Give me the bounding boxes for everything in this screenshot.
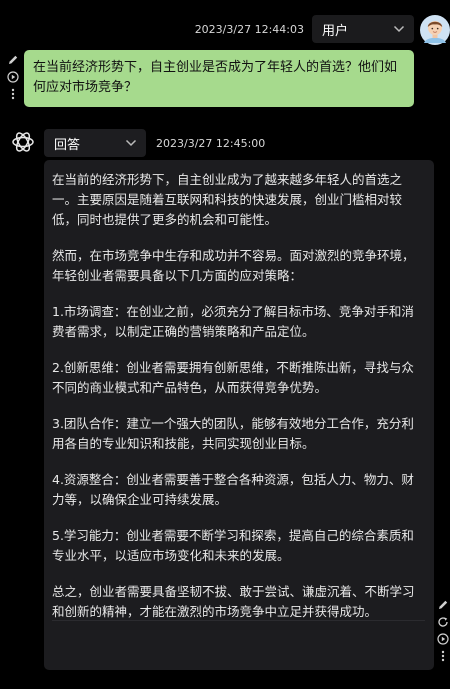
user-role-value: 用户 [322, 23, 349, 39]
bot-message-tools [436, 599, 450, 662]
chevron-down-icon [125, 139, 137, 147]
bot-paragraph: 然而，在市场竞争中生存和成功并不容易。面对激烈的竞争环境，年轻创业者需要具备以下… [52, 248, 415, 283]
user-message-bubble: 在当前经济形势下，自主创业是否成为了年轻人的首选？他们如何应对市场竞争？ [24, 50, 414, 107]
bot-message-card: 在当前的经济形势下，自主创业成为了越来越多年轻人的首选之一。主要原因是随着互联网… [44, 160, 434, 670]
openai-logo-icon [12, 132, 34, 152]
play-icon[interactable] [7, 71, 19, 83]
refresh-icon[interactable] [437, 616, 449, 628]
pencil-icon[interactable] [437, 599, 449, 611]
user-role-select[interactable]: 用户 [312, 15, 414, 43]
pencil-icon[interactable] [7, 54, 19, 66]
bot-paragraph: 2.创新思维：创业者需要拥有创新思维，不断推陈出新，寻找与众不同的商业模式和产品… [52, 360, 414, 395]
more-vertical-icon[interactable] [437, 650, 449, 662]
bot-timestamp: 2023/3/27 12:45:00 [156, 136, 266, 150]
bot-role-select[interactable]: 回答 [44, 129, 146, 157]
user-message-header: 2023/3/27 12:44:03 用户 [195, 15, 414, 43]
bot-paragraph: 5.学习能力：创业者需要不断学习和探索，提高自己的综合素质和专业水平，以适应市场… [52, 528, 414, 563]
bot-paragraph: 1.市场调查：在创业之前，必须充分了解目标市场、竞争对手和消费者需求，以制定正确… [52, 304, 414, 339]
card-divider [52, 620, 425, 621]
bot-role-value: 回答 [54, 137, 81, 153]
bot-paragraph: 4.资源整合：创业者需要善于整合各种资源，包括人力、物力、财力等，以确保企业可持… [52, 472, 414, 507]
play-icon[interactable] [437, 633, 449, 645]
bot-message-header: 回答 2023/3/27 12:45:00 [44, 129, 265, 157]
bot-paragraph: 在当前的经济形势下，自主创业成为了越来越多年轻人的首选之一。主要原因是随着互联网… [52, 172, 403, 227]
bot-paragraph: 总之，创业者需要具备坚韧不拔、敢于尝试、谦虚沉着、不断学习和创新的精神，才能在激… [52, 584, 415, 619]
bot-paragraph: 3.团队合作：建立一个强大的团队，能够有效地分工合作，充分利用各自的专业知识和技… [52, 416, 414, 451]
user-avatar [420, 15, 450, 45]
user-message-tools [6, 54, 20, 100]
user-message-text: 在当前经济形势下，自主创业是否成为了年轻人的首选？他们如何应对市场竞争？ [33, 60, 398, 95]
chevron-down-icon [393, 25, 405, 33]
user-timestamp: 2023/3/27 12:44:03 [194, 22, 304, 36]
more-vertical-icon[interactable] [7, 88, 19, 100]
